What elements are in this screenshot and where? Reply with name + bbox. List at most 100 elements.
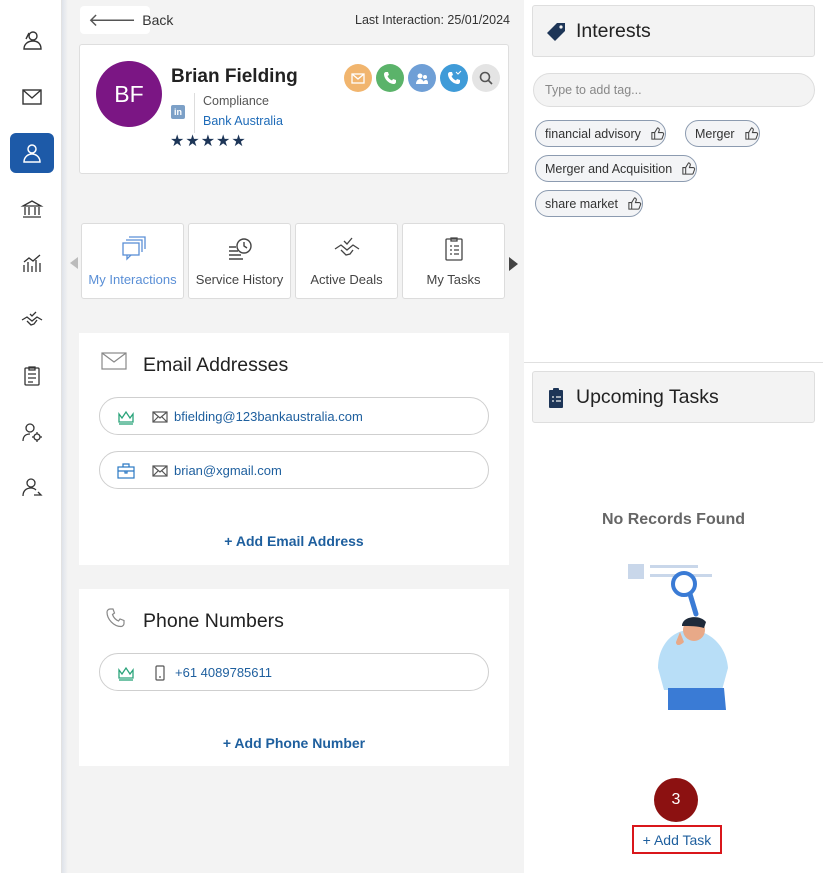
interest-tag[interactable]: Merger and Acquisition — [535, 155, 698, 182]
meeting-action-icon — [416, 73, 428, 84]
mobile-icon — [155, 665, 165, 681]
nav-user-settings[interactable] — [10, 412, 54, 452]
email-section-title: Email Addresses — [143, 354, 289, 376]
interest-tag[interactable]: Merger — [685, 120, 760, 147]
tag-label: Merger and Acquisition — [545, 161, 673, 176]
empty-state-illustration — [628, 564, 728, 710]
thumbs-up-icon[interactable] — [627, 196, 642, 211]
nav-deals[interactable] — [10, 300, 54, 340]
tab-label: Service History — [195, 272, 284, 287]
nav-analytics[interactable] — [10, 244, 54, 284]
email-item[interactable]: bfielding@123bankaustralia.com — [99, 397, 489, 435]
tag-label: Merger — [695, 126, 735, 141]
nav-tasks[interactable] — [10, 356, 54, 396]
right-panel: Interests Type to add tag... financial a… — [524, 0, 823, 873]
thumbs-up-icon[interactable] — [744, 126, 759, 141]
nav-bank[interactable] — [10, 189, 54, 229]
user-share-icon — [22, 478, 43, 497]
email-action-button[interactable] — [344, 64, 372, 92]
envelope-icon — [101, 352, 127, 370]
linkedin-icon[interactable]: in — [171, 105, 185, 119]
back-arrow-icon: 🡐 — [88, 9, 137, 30]
service-history-icon — [228, 238, 252, 260]
phone-section: Phone Numbers +61 4089785611 + Add Phone… — [79, 589, 509, 766]
profile-card: BF Brian Fielding in Compliance Bank Aus… — [79, 44, 509, 174]
interest-tag[interactable]: share market — [535, 190, 643, 217]
contact-actions — [344, 64, 500, 92]
add-email-link[interactable]: + Add Email Address — [79, 533, 509, 549]
contact-role: Compliance — [203, 94, 270, 108]
email-item[interactable]: brian@xgmail.com — [99, 451, 489, 489]
upcoming-tasks-header: Upcoming Tasks — [532, 371, 815, 423]
primary-crown-icon[interactable] — [117, 408, 135, 426]
nav-user-share[interactable] — [10, 468, 54, 508]
tab-service-history[interactable]: Service History — [188, 223, 291, 299]
mail-icon — [22, 89, 42, 105]
email-section: Email Addresses bfielding@123bankaustral… — [79, 333, 509, 565]
tab-my-interactions[interactable]: My Interactions — [81, 223, 184, 299]
tabs-scroll-right-icon[interactable] — [509, 257, 518, 271]
rating-stars: ★★★★★ — [170, 133, 247, 150]
tab-label: Active Deals — [310, 272, 383, 287]
thumbs-up-icon[interactable] — [681, 161, 696, 176]
primary-crown-icon[interactable] — [117, 664, 135, 682]
tag-label: financial advisory — [545, 126, 641, 141]
contact-company[interactable]: Bank Australia — [203, 114, 283, 128]
nav-contacts[interactable] — [10, 20, 54, 60]
tag-input[interactable]: Type to add tag... — [533, 73, 815, 107]
tabs-row: My Interactions Service History Active D… — [68, 223, 524, 299]
email-action-icon — [351, 73, 365, 84]
user-settings-icon — [22, 423, 42, 442]
envelope-small-icon — [152, 411, 168, 423]
nav-mail[interactable] — [10, 77, 54, 117]
upcoming-tasks-title: Upcoming Tasks — [576, 385, 719, 408]
interests-header: Interests — [532, 5, 815, 57]
step-badge: 3 — [654, 778, 698, 822]
phone-log-action-button[interactable] — [440, 64, 468, 92]
nav-person[interactable] — [10, 133, 54, 173]
divider — [194, 93, 195, 133]
phone-item[interactable]: +61 4089785611 — [99, 653, 489, 691]
email-value: brian@xgmail.com — [174, 463, 282, 478]
task-list-icon — [444, 237, 463, 261]
tag-icon — [547, 23, 565, 41]
bank-icon — [20, 200, 44, 218]
last-interaction: Last Interaction: 25/01/2024 — [355, 13, 510, 27]
envelope-small-icon — [152, 465, 168, 477]
clipboard-icon — [24, 366, 40, 386]
contacts-icon — [23, 31, 42, 50]
analytics-icon — [23, 254, 41, 272]
search-action-button[interactable] — [472, 64, 500, 92]
tab-active-deals[interactable]: Active Deals — [295, 223, 398, 299]
interest-tag[interactable]: financial advisory — [535, 120, 666, 147]
meeting-action-button[interactable] — [408, 64, 436, 92]
back-label: Back — [142, 12, 174, 28]
phone-value: +61 4089785611 — [175, 665, 272, 680]
phone-icon — [106, 608, 125, 628]
interests-title: Interests — [576, 19, 651, 42]
tab-label: My Interactions — [88, 272, 177, 287]
divider — [524, 362, 823, 363]
left-nav — [0, 0, 62, 873]
thumbs-up-icon[interactable] — [650, 126, 665, 141]
call-action-button[interactable] — [376, 64, 404, 92]
tag-label: share market — [545, 196, 618, 211]
contact-detail-panel: 🡐 Back Last Interaction: 25/01/2024 BF B… — [68, 0, 524, 873]
tab-label: My Tasks — [426, 272, 481, 287]
avatar: BF — [96, 61, 162, 127]
add-task-button[interactable]: + Add Task — [632, 825, 722, 854]
interactions-icon — [121, 236, 146, 261]
handshake-icon — [21, 311, 43, 326]
tabs-scroll-left-icon[interactable] — [70, 257, 78, 269]
work-briefcase-icon[interactable] — [117, 462, 135, 480]
tab-my-tasks[interactable]: My Tasks — [402, 223, 505, 299]
task-clipboard-icon — [549, 388, 563, 408]
search-action-icon — [479, 71, 493, 85]
add-phone-link[interactable]: + Add Phone Number — [79, 735, 509, 751]
phone-section-icon-wrap — [106, 607, 126, 629]
email-value: bfielding@123bankaustralia.com — [174, 409, 363, 424]
handshake-deal-icon — [334, 237, 359, 256]
back-button[interactable]: 🡐 Back — [80, 6, 173, 34]
no-records-text: No Records Found — [601, 511, 746, 528]
call-action-icon — [384, 72, 396, 84]
